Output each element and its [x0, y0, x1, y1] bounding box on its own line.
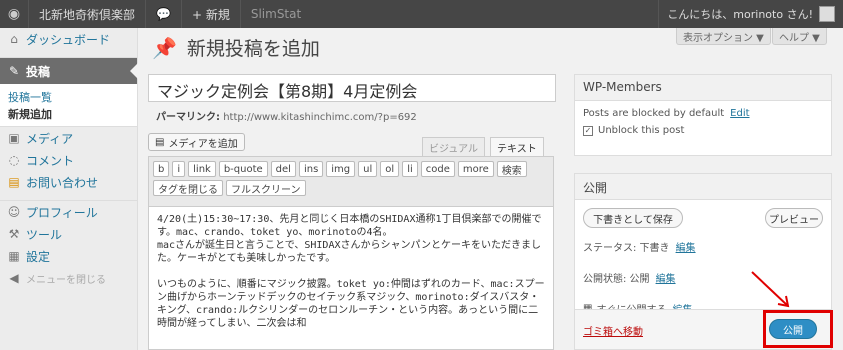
menu-tools-label: ツール	[26, 227, 63, 242]
permalink-label: パーマリンク:	[156, 112, 220, 123]
status-edit-link[interactable]: 編集	[676, 239, 696, 254]
menu-media[interactable]: ▣ メディア	[0, 127, 137, 149]
tab-text[interactable]: テキスト	[490, 137, 544, 156]
page-title: 📌 新規投稿を追加	[152, 34, 320, 61]
menu-posts-label: 投稿	[26, 64, 51, 79]
highlight-box	[763, 310, 833, 348]
collapse-menu-button[interactable]: ◀ メニューを閉じる	[0, 267, 137, 289]
settings-icon: ▦	[8, 249, 20, 263]
menu-separator	[0, 193, 137, 201]
greeting-text: こんにちは、morinoto さん!	[667, 8, 813, 21]
admin-bar: ◉ 北新地奇術倶楽部 💬 + 新規 SlimStat こんにちは、morinot…	[0, 0, 843, 28]
add-media-button[interactable]: ▤ メディアを追加	[148, 133, 245, 151]
quicktags-toolbar: b i link b-quote del ins img ul ol li code more 検索 タ…	[149, 157, 553, 207]
avatar	[819, 6, 835, 22]
toolbar-row: タグを閉じる フルスクリーン	[153, 180, 549, 196]
menu-contact-label: お問い合わせ	[26, 175, 99, 190]
status-row: ステータス: 下書き 編集	[575, 236, 831, 257]
pin-icon: ✎	[8, 64, 20, 78]
blocked-default-row: Posts are blocked by default Edit	[575, 105, 831, 122]
menu-contact[interactable]: ▤ お問い合わせ	[0, 171, 137, 193]
quicktag-button[interactable]: img	[326, 161, 356, 177]
content-paragraph: いつものように、順番にマジック披露。toket yo:仲間はずれのカード、mac…	[157, 279, 545, 329]
wordpress-logo-icon[interactable]: ◉	[0, 0, 28, 28]
menu-comments[interactable]: ◌ コメント	[0, 149, 137, 171]
menu-tools[interactable]: ⚒ ツール	[0, 223, 137, 245]
publish-box-title: 公開	[575, 174, 831, 200]
quicktag-button[interactable]: ul	[358, 161, 378, 177]
post-content-textarea[interactable]: 4/20(土)15:30~17:30、先月と同じく日本橋のSHIDAX通称1丁目…	[149, 207, 553, 349]
quicktag-button[interactable]: b	[153, 161, 170, 177]
posts-submenu: 投稿一覧 新規追加	[0, 84, 137, 127]
red-arrow-icon	[751, 271, 790, 308]
menu-dashboard[interactable]: ⌂ ダッシュボード	[0, 28, 137, 50]
pushpin-icon: 📌	[152, 35, 177, 60]
edit-default-link[interactable]: Edit	[730, 108, 749, 119]
menu-posts[interactable]: ✎ 投稿	[0, 58, 138, 84]
save-draft-button[interactable]: 下書きとして保存	[583, 208, 683, 228]
menu-media-label: メディア	[26, 131, 74, 146]
quicktag-button[interactable]: タグを閉じる	[153, 180, 223, 196]
menu-profile[interactable]: ☺ プロフィール	[0, 201, 137, 223]
quicktag-button[interactable]: フルスクリーン	[226, 180, 306, 196]
preview-button[interactable]: プレビュー	[765, 208, 823, 228]
site-name-link[interactable]: 北新地奇術倶楽部	[28, 0, 145, 28]
wp-members-box: WP-Members Posts are blocked by default …	[574, 74, 832, 156]
quicktag-button[interactable]: link	[188, 161, 216, 177]
content-paragraph: 4/20(土)15:30~17:30、先月と同じく日本橋のSHIDAX通称1丁目…	[157, 214, 542, 264]
quicktag-button[interactable]: more	[457, 161, 494, 177]
quicktag-button[interactable]: 検索	[496, 161, 527, 177]
media-icon: ▤	[155, 136, 165, 148]
tools-icon: ⚒	[8, 227, 20, 241]
menu-dashboard-label: ダッシュボード	[26, 32, 111, 47]
blocked-default-text: Posts are blocked by default	[583, 108, 725, 119]
slimstat-link[interactable]: SlimStat	[239, 0, 311, 28]
comment-icon: ◌	[8, 153, 20, 167]
unblock-label: Unblock this post	[598, 125, 685, 136]
account-menu[interactable]: こんにちは、morinoto さん!	[658, 0, 843, 28]
home-icon: ⌂	[10, 32, 18, 46]
tab-visual[interactable]: ビジュアル	[422, 137, 485, 156]
wp-members-title: WP-Members	[575, 75, 831, 101]
quicktag-button[interactable]: i	[172, 161, 186, 177]
permalink: パーマリンク: http://www.kitashinchimc.com/?p=…	[156, 108, 417, 123]
quicktag-button[interactable]: ins	[298, 161, 324, 177]
toolbar-row: b i link b-quote del ins img ul ol li code more 検索	[153, 161, 549, 177]
post-editor[interactable]: b i link b-quote del ins img ul ol li code more 検索 タ…	[148, 156, 554, 350]
submenu-add-new[interactable]: 新規追加	[0, 105, 137, 122]
help-button[interactable]: ヘルプ ▼	[772, 28, 827, 45]
comments-icon[interactable]: 💬	[145, 0, 181, 28]
media-icon: ▣	[8, 131, 20, 145]
quicktag-button[interactable]: b-quote	[218, 161, 268, 177]
quicktag-button[interactable]: del	[270, 161, 296, 177]
quicktag-button[interactable]: ol	[380, 161, 400, 177]
page-title-text: 新規投稿を追加	[186, 38, 320, 60]
users-icon: ☺	[7, 205, 21, 219]
quicktag-button[interactable]: code	[420, 161, 455, 177]
collapse-icon: ◀	[9, 271, 19, 285]
admin-sidebar: ⌂ ダッシュボード ✎ 投稿 投稿一覧 新規追加 ▣ メディア ◌ コメント ▤…	[0, 28, 138, 350]
add-media-label: メディアを追加	[168, 138, 238, 150]
new-content-link[interactable]: + 新規	[180, 0, 240, 28]
submenu-all-posts[interactable]: 投稿一覧	[0, 88, 137, 105]
unblock-checkbox[interactable]: ✓	[583, 125, 593, 136]
publish-actions: 下書きとして保存 プレビュー	[575, 200, 831, 234]
visibility-text: 公開状態: 公開	[583, 274, 650, 285]
permalink-url[interactable]: http://www.kitashinchimc.com/?p=692	[223, 112, 417, 123]
menu-settings[interactable]: ▦ 設定	[0, 245, 137, 267]
visibility-edit-link[interactable]: 編集	[656, 270, 676, 285]
status-text: ステータス: 下書き	[583, 243, 670, 254]
move-to-trash-link[interactable]: ゴミ箱へ移動	[583, 323, 643, 338]
menu-comments-label: コメント	[26, 153, 75, 168]
contact-icon: ▤	[8, 175, 20, 189]
menu-settings-label: 設定	[26, 249, 51, 264]
quicktag-button[interactable]: li	[402, 161, 418, 177]
collapse-menu-label: メニューを閉じる	[26, 274, 106, 286]
unblock-row[interactable]: ✓ Unblock this post	[575, 122, 831, 139]
menu-separator	[0, 50, 137, 58]
screen-options-button[interactable]: 表示オプション ▼	[676, 28, 771, 45]
menu-profile-label: プロフィール	[26, 205, 98, 220]
post-title-input[interactable]: マジック定例会【第8期】4月定例会	[148, 74, 556, 102]
